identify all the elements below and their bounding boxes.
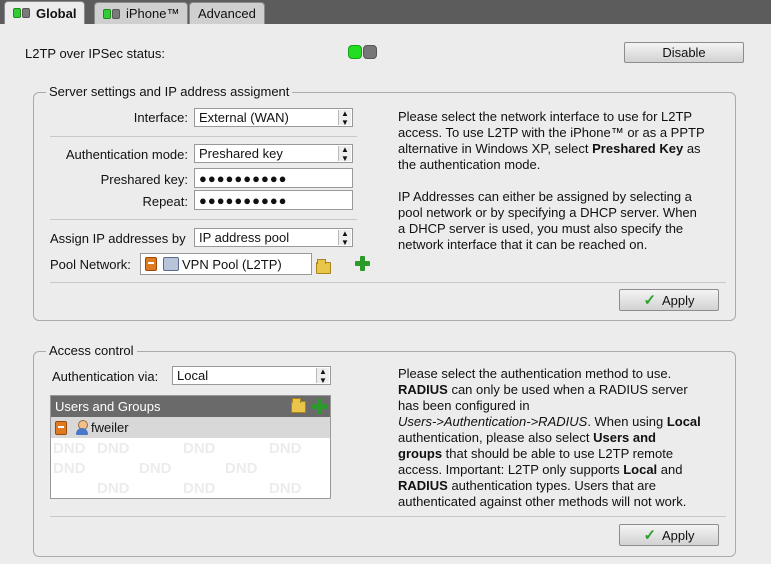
watermark: DND bbox=[269, 480, 302, 497]
chevron-down-icon: ▲ ▼ bbox=[338, 229, 351, 247]
watermark: DND bbox=[97, 480, 130, 497]
psk-field[interactable]: ●●●●●●●●●● bbox=[194, 168, 353, 188]
trash-icon[interactable] bbox=[145, 257, 157, 271]
disable-button[interactable]: Disable bbox=[624, 42, 744, 63]
assign-value: IP address pool bbox=[199, 230, 290, 245]
add-icon[interactable] bbox=[354, 256, 370, 271]
chevron-down-icon: ▲ ▼ bbox=[316, 367, 329, 385]
status-label: L2TP over IPSec status: bbox=[25, 46, 165, 61]
server-help-text: Please select the network interface to u… bbox=[398, 109, 705, 172]
pool-label: Pool Network: bbox=[50, 257, 131, 272]
watermark: DND bbox=[183, 440, 216, 457]
access-help-text: Please select the authentication method … bbox=[398, 366, 701, 509]
repeat-field[interactable]: ●●●●●●●●●● bbox=[194, 190, 353, 210]
network-icon bbox=[163, 257, 179, 271]
watermark: DND bbox=[183, 480, 216, 497]
folder-icon[interactable] bbox=[291, 398, 306, 413]
pool-network-field[interactable]: VPN Pool (L2TP) bbox=[140, 253, 312, 275]
tab-bar: Global iPhone™ Advanced bbox=[0, 0, 771, 24]
server-settings-legend: Server settings and IP address assigment bbox=[46, 84, 293, 99]
users-groups-title: Users and Groups bbox=[55, 399, 161, 414]
chevron-down-icon: ▲ ▼ bbox=[338, 109, 351, 127]
watermark: DND bbox=[225, 460, 258, 477]
assign-select[interactable]: IP address pool ▲ ▼ bbox=[194, 228, 353, 247]
user-icon bbox=[75, 420, 89, 435]
auth-mode-label: Authentication mode: bbox=[65, 147, 188, 162]
apply-button-server[interactable]: ✓ Apply bbox=[619, 289, 719, 311]
repeat-label: Repeat: bbox=[142, 194, 188, 209]
apply-button-label: Apply bbox=[662, 527, 695, 543]
auth-via-value: Local bbox=[177, 368, 209, 383]
auth-mode-select[interactable]: Preshared key ▲ ▼ bbox=[194, 144, 353, 163]
watermark: DND bbox=[53, 460, 86, 477]
list-item[interactable]: fweiler bbox=[51, 417, 330, 438]
tab-global[interactable]: Global bbox=[4, 1, 86, 24]
tab-advanced[interactable]: Advanced bbox=[189, 2, 265, 24]
led-status-icon bbox=[13, 8, 31, 18]
auth-via-label: Authentication via: bbox=[52, 369, 159, 384]
psk-label: Preshared key: bbox=[100, 172, 188, 187]
tab-iphone[interactable]: iPhone™ bbox=[94, 2, 189, 24]
watermark: DND bbox=[139, 460, 172, 477]
apply-button-access[interactable]: ✓ Apply bbox=[619, 524, 719, 546]
apply-button-label: Apply bbox=[662, 292, 695, 308]
auth-via-select[interactable]: Local ▲ ▼ bbox=[172, 366, 331, 385]
add-icon[interactable] bbox=[312, 399, 327, 414]
checkmark-icon: ✓ bbox=[643, 292, 657, 309]
chevron-down-icon: ▲ ▼ bbox=[338, 145, 351, 163]
divider bbox=[50, 136, 357, 137]
interface-label: Interface: bbox=[133, 110, 188, 125]
watermark: DND bbox=[97, 440, 130, 457]
trash-icon[interactable] bbox=[55, 420, 67, 435]
tab-iphone-label: iPhone™ bbox=[126, 6, 180, 21]
interface-select[interactable]: External (WAN) ▲ ▼ bbox=[194, 108, 353, 127]
divider bbox=[50, 282, 726, 283]
users-groups-list[interactable]: Users and Groups fweiler DND DND DND DND… bbox=[50, 395, 331, 499]
pool-network-value: VPN Pool (L2TP) bbox=[182, 256, 282, 272]
auth-mode-value: Preshared key bbox=[199, 146, 283, 161]
tab-global-label: Global bbox=[36, 5, 77, 21]
status-led-icon bbox=[348, 45, 377, 59]
folder-icon[interactable] bbox=[316, 259, 331, 274]
access-control-legend: Access control bbox=[46, 343, 137, 358]
led-status-icon bbox=[103, 8, 121, 19]
interface-value: External (WAN) bbox=[199, 110, 289, 125]
assign-label: Assign IP addresses by bbox=[50, 231, 186, 246]
divider bbox=[50, 219, 357, 220]
tab-advanced-label: Advanced bbox=[198, 6, 256, 21]
watermark: DND bbox=[269, 440, 302, 457]
users-groups-header: Users and Groups bbox=[51, 396, 330, 417]
list-item-label: fweiler bbox=[91, 420, 129, 435]
checkmark-icon: ✓ bbox=[643, 527, 657, 544]
divider bbox=[50, 516, 726, 517]
server-help-text-2: IP Addresses can either be assigned by s… bbox=[398, 189, 697, 252]
watermark: DND bbox=[53, 440, 86, 457]
